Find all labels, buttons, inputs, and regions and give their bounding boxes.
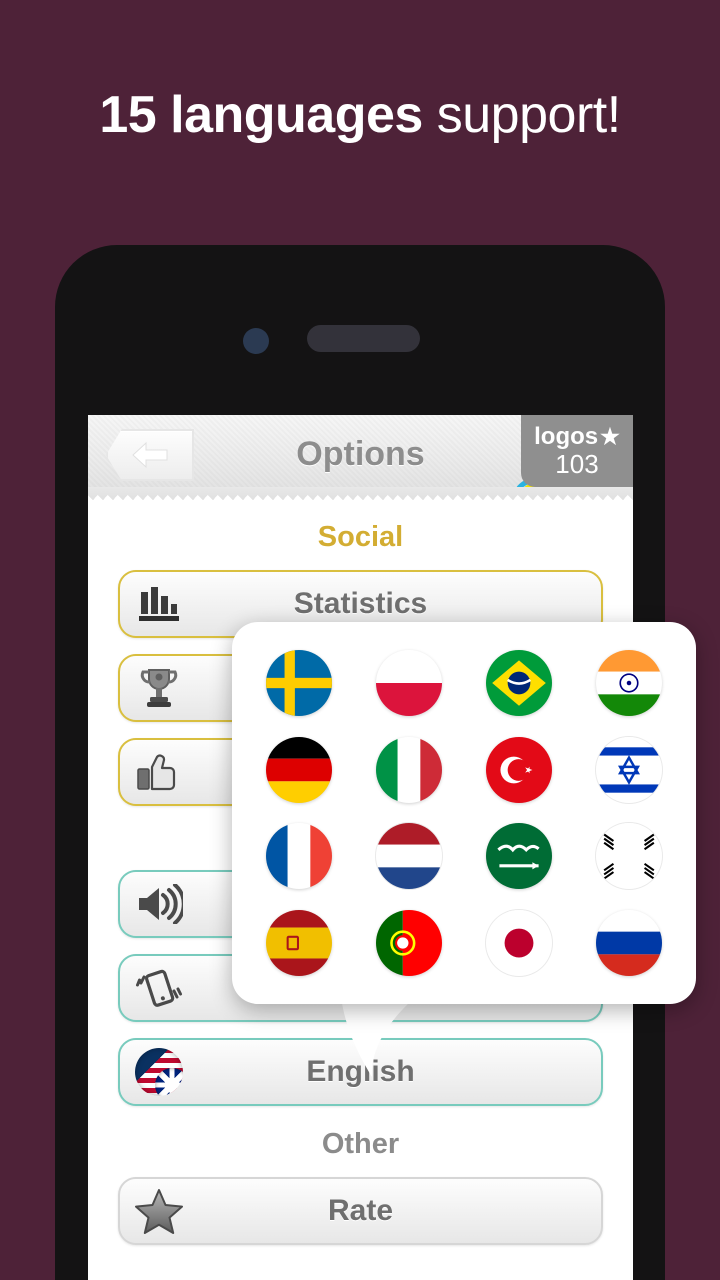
front-camera-dot-icon bbox=[243, 328, 269, 354]
speaker-volume-icon bbox=[120, 872, 198, 936]
logos-badge[interactable]: logos ★ 103 bbox=[521, 415, 633, 487]
star-icon bbox=[120, 1179, 198, 1243]
flag-russia-icon[interactable] bbox=[596, 909, 662, 976]
flag-brazil-icon[interactable] bbox=[486, 650, 552, 717]
page-headline: 15 languages support! bbox=[0, 85, 720, 145]
badge-label: logos bbox=[534, 423, 599, 450]
flag-netherlands-icon[interactable] bbox=[376, 823, 442, 890]
thumbs-up-icon bbox=[120, 740, 198, 804]
flag-saudi-arabia-icon[interactable] bbox=[486, 823, 552, 890]
section-title-social: Social bbox=[317, 521, 404, 553]
app-header: Options logos ★ 103 bbox=[88, 415, 633, 501]
flag-israel-icon[interactable] bbox=[596, 736, 662, 803]
row-rate[interactable]: Rate bbox=[118, 1177, 603, 1245]
screenshot-root: 15 languages support! Options logos ★ 10… bbox=[0, 0, 720, 1280]
row-label-statistics: Statistics bbox=[293, 587, 428, 620]
row-label-rate: Rate bbox=[327, 1194, 394, 1227]
flag-india-icon[interactable] bbox=[596, 650, 662, 717]
earpiece-speaker-icon bbox=[307, 325, 420, 352]
flag-italy-icon[interactable] bbox=[376, 736, 442, 803]
headline-light: support! bbox=[422, 86, 621, 144]
bar-chart-icon bbox=[120, 572, 198, 636]
badge-label-row: logos ★ bbox=[534, 424, 620, 450]
trophy-icon bbox=[120, 656, 198, 720]
flag-poland-icon[interactable] bbox=[376, 650, 442, 717]
language-picker-popup bbox=[232, 622, 696, 1004]
flag-france-icon[interactable] bbox=[266, 823, 332, 890]
flag-sweden-icon[interactable] bbox=[266, 650, 332, 717]
flag-germany-icon[interactable] bbox=[266, 736, 332, 803]
flag-south-korea-icon[interactable] bbox=[596, 823, 662, 890]
flag-portugal-icon[interactable] bbox=[376, 909, 442, 976]
star-icon: ★ bbox=[600, 424, 620, 449]
vibrating-phone-icon bbox=[120, 956, 198, 1020]
flag-turkey-icon[interactable] bbox=[486, 736, 552, 803]
flag-spain-icon[interactable] bbox=[266, 909, 332, 976]
section-title-other: Other bbox=[321, 1128, 400, 1160]
flag-japan-icon[interactable] bbox=[486, 909, 552, 976]
headline-bold: 15 languages bbox=[99, 86, 423, 144]
language-flag-grid bbox=[232, 622, 696, 1004]
english-flag-icon bbox=[120, 1040, 198, 1104]
badge-count: 103 bbox=[555, 449, 599, 479]
